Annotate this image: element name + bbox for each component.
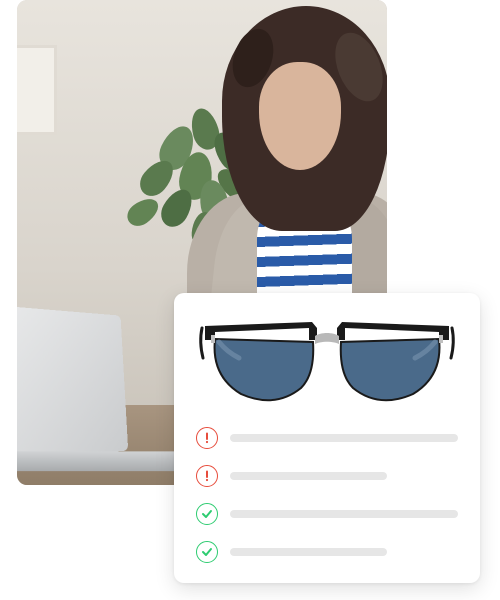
list-item bbox=[196, 503, 458, 525]
warning-icon bbox=[196, 427, 218, 449]
list-item bbox=[196, 541, 458, 563]
checklist bbox=[196, 427, 458, 563]
check-icon bbox=[196, 503, 218, 525]
picture-frame bbox=[17, 45, 57, 135]
list-item bbox=[196, 465, 458, 487]
list-item bbox=[196, 427, 458, 449]
check-icon bbox=[196, 541, 218, 563]
placeholder-bar bbox=[230, 548, 387, 556]
laptop-screen bbox=[17, 305, 128, 461]
product-review-card bbox=[174, 293, 480, 583]
placeholder-bar bbox=[230, 472, 387, 480]
warning-icon bbox=[196, 465, 218, 487]
product-image bbox=[196, 313, 458, 409]
sunglasses-icon bbox=[197, 314, 457, 408]
placeholder-bar bbox=[230, 434, 458, 442]
placeholder-bar bbox=[230, 510, 458, 518]
